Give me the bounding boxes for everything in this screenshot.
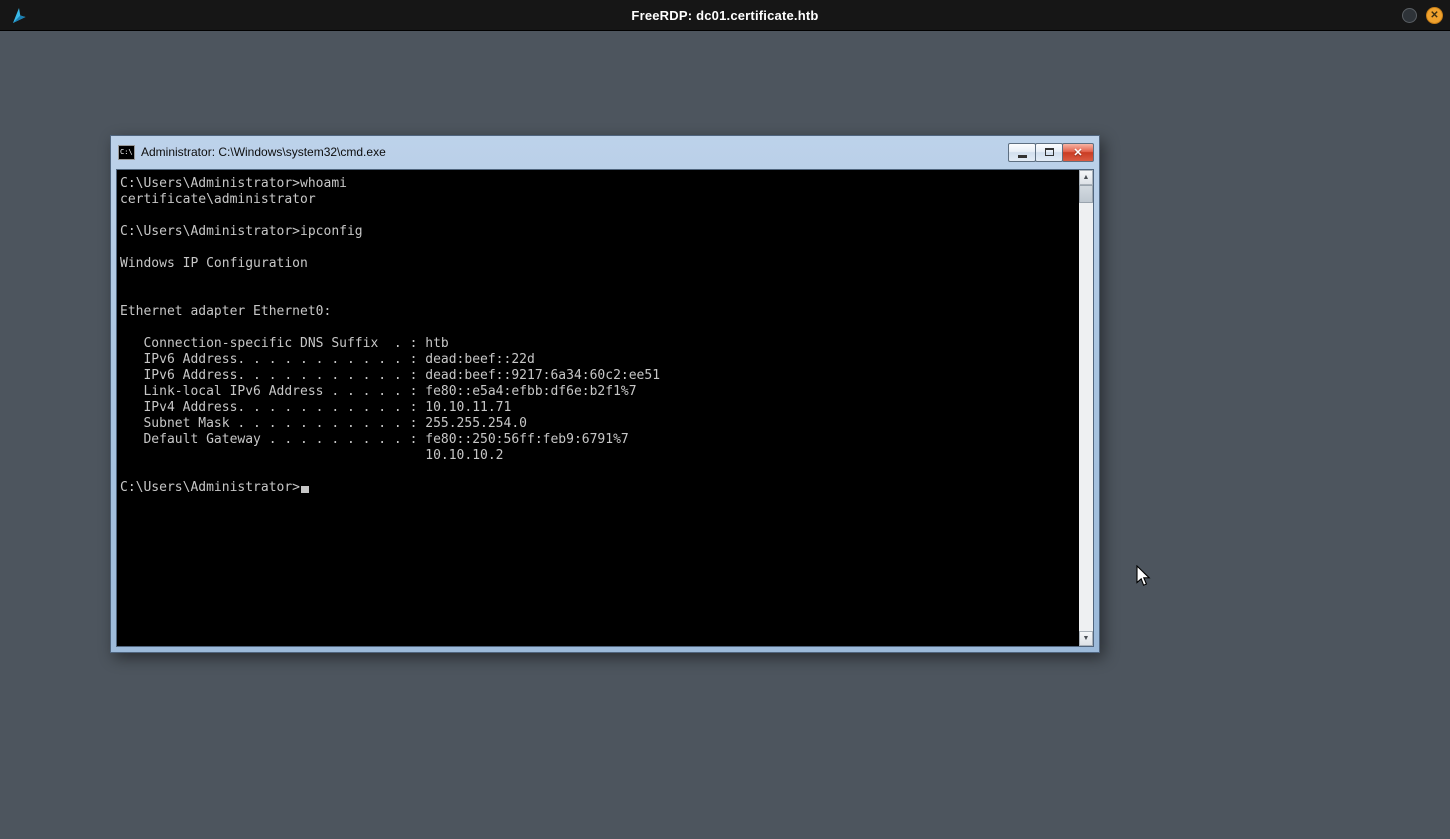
terminal-scrollbar[interactable]: ▲ ▼ [1079,170,1093,646]
cmd-prompt-icon: C:\ [118,144,135,160]
close-icon: ✕ [1073,146,1083,159]
cmd-window: C:\ Administrator: C:\Windows\system32\c… [110,135,1100,653]
cmd-window-body: C:\Users\Administrator>whoami certificat… [116,169,1094,647]
terminal-text: C:\Users\Administrator>whoami certificat… [120,176,661,495]
terminal-cursor [301,486,310,493]
cmd-close-button[interactable]: ✕ [1062,142,1094,162]
mouse-cursor [1136,564,1152,592]
cmd-titlebar[interactable]: C:\ Administrator: C:\Windows\system32\c… [111,136,1099,168]
cmd-maximize-button[interactable] [1035,142,1063,162]
scroll-down-icon: ▼ [1082,635,1090,642]
scrollbar-thumb[interactable] [1079,185,1093,203]
terminal-output[interactable]: C:\Users\Administrator>whoami certificat… [117,170,1079,646]
scroll-up-icon: ▲ [1082,174,1090,181]
freerdp-logo-icon [10,6,28,25]
scrollbar-track[interactable] [1079,185,1093,631]
close-icon: ✕ [1430,9,1439,21]
rdp-close-button[interactable]: ✕ [1426,7,1443,24]
minimize-icon [1017,154,1027,158]
remote-desktop[interactable]: C:\ Administrator: C:\Windows\system32\c… [0,32,1450,839]
scrollbar-up-button[interactable]: ▲ [1079,170,1093,185]
rdp-window-controls: ✕ [1402,7,1443,24]
cmd-minimize-button[interactable] [1008,142,1036,162]
rdp-window-title: FreeRDP: dc01.certificate.htb [631,7,819,23]
scrollbar-down-button[interactable]: ▼ [1079,631,1093,646]
maximize-icon [1044,148,1054,156]
cmd-window-controls: ✕ [1008,142,1094,162]
cmd-window-title: Administrator: C:\Windows\system32\cmd.e… [141,145,386,159]
rdp-titlebar[interactable]: FreeRDP: dc01.certificate.htb ✕ [0,0,1450,31]
rdp-minimize-button[interactable] [1402,8,1417,23]
